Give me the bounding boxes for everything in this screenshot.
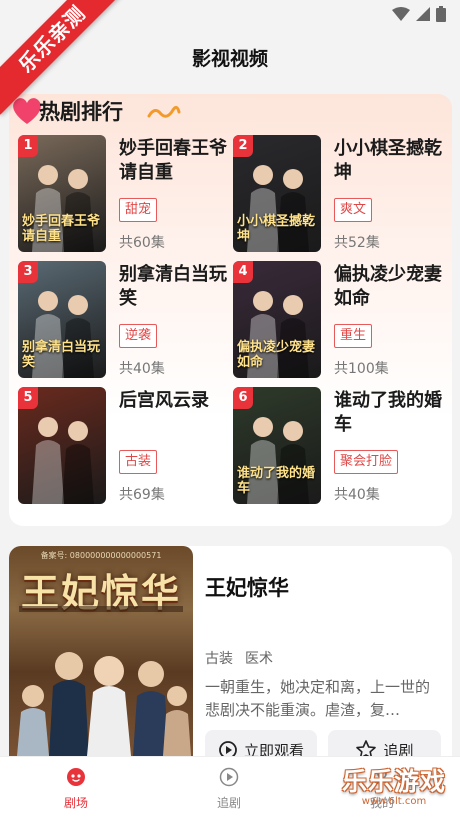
watch-now-button[interactable]: 立即观看 bbox=[205, 730, 317, 756]
ribbon-label: 乐乐亲测 bbox=[0, 0, 128, 115]
tab-theater[interactable]: 剧场 bbox=[36, 767, 116, 811]
drama-title[interactable]: 后宫风云录 bbox=[119, 389, 227, 413]
battery-icon bbox=[436, 6, 446, 22]
rank-badge: 2 bbox=[233, 135, 253, 157]
drama-tag: 逆袭 bbox=[119, 324, 158, 348]
cover-caption: 妙手回春王爷请自重 bbox=[22, 214, 101, 244]
drama-tag: 重生 bbox=[334, 324, 373, 348]
drama-tag: 聚会打脸 bbox=[334, 450, 399, 474]
cover-caption: 偏执凌少宠妻如命 bbox=[237, 340, 316, 370]
drama-episodes: 共100集 bbox=[334, 361, 389, 377]
rank-badge: 1 bbox=[18, 135, 38, 157]
drama-title[interactable]: 妙手回春王爷请自重 bbox=[119, 137, 227, 185]
drama-item[interactable]: 6 谁动了我的婚车 谁动了我的婚车 聚会打脸 共40集 bbox=[233, 387, 443, 505]
cover-caption: 别拿清白当玩笑 bbox=[22, 340, 101, 370]
drama-tag: 爽文 bbox=[334, 198, 373, 222]
drama-cover[interactable]: 1 妙手回春王爷请自重 bbox=[18, 135, 106, 252]
drama-item[interactable]: 1 妙手回春王爷请自重 妙手回春王爷请自重 甜宠 共60集 bbox=[18, 135, 228, 253]
rank-badge: 4 bbox=[233, 261, 253, 283]
featured-title: 王妃惊华 bbox=[205, 576, 289, 600]
featured-tag: 古装 bbox=[205, 651, 233, 667]
watermark-text: 乐乐游戏 bbox=[341, 767, 446, 796]
drama-item[interactable]: 4 偏执凌少宠妻如命 偏执凌少宠妻如命 重生 共100集 bbox=[233, 261, 443, 379]
rank-badge: 6 bbox=[233, 387, 253, 409]
drama-item[interactable]: 5 后宫风云录古装共69集 bbox=[18, 387, 228, 505]
follow-drama-button[interactable]: 追剧 bbox=[328, 730, 441, 756]
watch-now-label: 立即观看 bbox=[243, 741, 304, 757]
drama-title[interactable]: 小小棋圣撼乾坤 bbox=[334, 137, 442, 185]
drama-episodes: 共52集 bbox=[334, 235, 380, 251]
drama-title[interactable]: 谁动了我的婚车 bbox=[334, 389, 442, 437]
follow-drama-label: 追剧 bbox=[383, 741, 414, 757]
star-icon bbox=[356, 740, 377, 756]
tab-follow[interactable]: 追剧 bbox=[189, 767, 269, 811]
featured-description: 一朝重生，她决定和离，上一世的悲剧决不能重演。虐渣，复… bbox=[205, 678, 431, 719]
rank-badge: 5 bbox=[18, 387, 38, 409]
hot-ranking-card: 热剧排行 1 妙手回春王爷请自重 妙手回春王爷请自重 甜宠 共60集 2 小小棋圣撼乾坤 小小… bbox=[9, 94, 452, 526]
featured-tags: 古装 医术 bbox=[205, 648, 273, 668]
drama-episodes: 共69集 bbox=[119, 487, 165, 503]
watermark-logo: 乐乐游戏 www.6lt.com bbox=[334, 762, 454, 812]
status-icons bbox=[392, 6, 446, 22]
wifi-icon bbox=[392, 7, 410, 21]
signal-icon bbox=[416, 7, 430, 21]
theater-icon bbox=[67, 768, 85, 786]
drama-episodes: 共60集 bbox=[119, 235, 165, 251]
drama-title[interactable]: 偏执凌少宠妻如命 bbox=[334, 263, 442, 311]
drama-item[interactable]: 2 小小棋圣撼乾坤 小小棋圣撼乾坤 爽文 共52集 bbox=[233, 135, 443, 253]
corner-ribbon: 乐乐亲测 bbox=[0, 0, 130, 130]
poster-figures bbox=[17, 606, 191, 756]
tab-theater-label: 剧场 bbox=[63, 796, 88, 810]
drama-cover[interactable]: 2 小小棋圣撼乾坤 bbox=[233, 135, 321, 252]
featured-poster[interactable]: 备案号: 080000000000000571 王妃惊华 bbox=[9, 546, 193, 756]
play-circle-icon bbox=[219, 741, 237, 756]
rank-badge: 3 bbox=[18, 261, 38, 283]
drama-episodes: 共40集 bbox=[334, 487, 380, 503]
cover-caption: 小小棋圣撼乾坤 bbox=[237, 214, 316, 244]
drama-title[interactable]: 别拿清白当玩笑 bbox=[119, 263, 227, 311]
drama-cover[interactable]: 4 偏执凌少宠妻如命 bbox=[233, 261, 321, 378]
tab-follow-label: 追剧 bbox=[216, 796, 241, 810]
drama-episodes: 共40集 bbox=[119, 361, 165, 377]
drama-tag: 甜宠 bbox=[119, 198, 158, 222]
featured-drama-card[interactable]: 备案号: 080000000000000571 王妃惊华 王妃惊华 古装 医术 … bbox=[9, 546, 452, 756]
drama-item[interactable]: 3 别拿清白当玩笑 别拿清白当玩笑 逆袭 共40集 bbox=[18, 261, 228, 379]
drama-cover[interactable]: 6 谁动了我的婚车 bbox=[233, 387, 321, 504]
drama-cover[interactable]: 5 bbox=[18, 387, 106, 504]
play-circle-icon bbox=[219, 767, 239, 787]
drama-cover[interactable]: 3 别拿清白当玩笑 bbox=[18, 261, 106, 378]
drama-tag: 古装 bbox=[119, 450, 158, 474]
squiggle-decoration-icon bbox=[147, 105, 181, 118]
featured-tag: 医术 bbox=[245, 651, 273, 667]
cover-caption: 谁动了我的婚车 bbox=[237, 466, 316, 496]
